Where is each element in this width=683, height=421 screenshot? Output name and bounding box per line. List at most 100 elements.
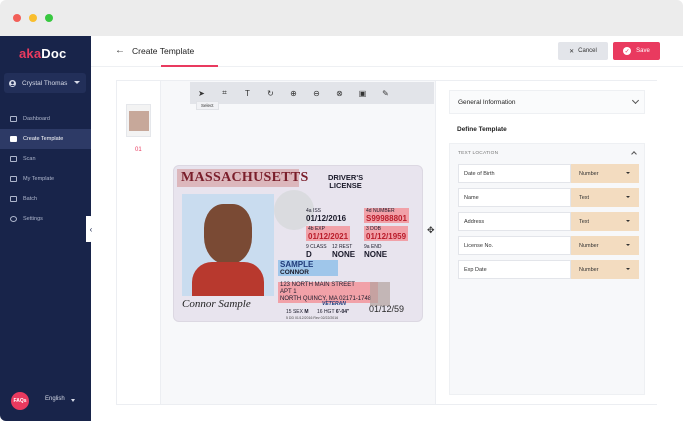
card-ghost-photo [370, 282, 390, 306]
zoom-in-icon[interactable]: ⊕ [282, 82, 305, 104]
zoom-out-icon[interactable]: ⊖ [305, 82, 328, 104]
layers-icon[interactable]: ▣ [351, 82, 374, 104]
field-type-select[interactable]: Number [571, 260, 639, 279]
batch-icon [10, 196, 17, 202]
chevron-down-icon [626, 268, 630, 270]
page-title: Create Template [132, 46, 195, 56]
sidebar-item-scan[interactable]: Scan [0, 149, 91, 169]
field-type-select[interactable]: Text [571, 188, 639, 207]
card-doc-type: DRIVER'S LICENSE [328, 174, 363, 190]
language-select[interactable]: English [45, 396, 65, 402]
field-name-input[interactable]: Exp Date [458, 260, 571, 279]
move-cursor-icon[interactable]: ✥ [427, 225, 435, 236]
sidebar-item-my-template[interactable]: My Template [0, 169, 91, 189]
field-type-value: Number [579, 266, 599, 273]
check-circle-icon: ✓ [623, 47, 632, 55]
chevron-down-icon [631, 96, 640, 105]
folder-plus-icon [10, 136, 17, 142]
card-iss-value: 01/12/2016 [306, 214, 347, 223]
card-number[interactable]: 4d NUMBER S99988801 [364, 208, 409, 223]
card-signature: Connor Sample [182, 298, 251, 310]
field-type-value: Text [579, 218, 590, 225]
clear-icon[interactable]: ⊗ [328, 82, 351, 104]
page-thumbnail[interactable] [126, 104, 151, 137]
card-hgt-label: 16 HGT [317, 309, 335, 315]
grid-icon [10, 116, 17, 122]
card-address-line2: APT 1 [280, 289, 297, 295]
close-icon: ✕ [569, 48, 575, 55]
sidebar-item-label: Settings [23, 216, 43, 222]
field-type-select[interactable]: Number [571, 236, 639, 255]
card-class-value: D [306, 250, 312, 259]
card-end: 9a END NONE [364, 244, 387, 259]
card-address[interactable]: 123 NORTH MAIN STREET APT 1 NORTH QUINCY, … [278, 282, 378, 303]
title-underline [161, 65, 218, 67]
user-name: Crystal Thomas [22, 79, 68, 87]
card-sex: 15 SEX M [286, 309, 309, 315]
faq-button[interactable]: FAQs [11, 392, 29, 410]
sidebar-item-settings[interactable]: Settings [0, 209, 91, 229]
field-name-input[interactable]: Date of Birth [458, 164, 571, 183]
minimize-window-button[interactable] [29, 14, 37, 22]
card-photo [182, 194, 274, 296]
app-logo: akaDoc [19, 46, 66, 61]
scan-icon [10, 156, 17, 162]
card-exp-value: 01/12/2021 [308, 232, 349, 241]
card-name[interactable]: SAMPLE CONNOR [278, 260, 338, 276]
sidebar-item-batch[interactable]: Batch [0, 189, 91, 209]
user-menu[interactable]: Crystal Thomas [4, 73, 86, 93]
page-number: 01 [135, 147, 142, 153]
cancel-button[interactable]: ✕ Cancel [558, 42, 608, 60]
card-rest-value: NONE [332, 250, 356, 259]
sidebar-item-create-template[interactable]: Create Template [0, 129, 91, 149]
field-name-input[interactable]: License No. [458, 236, 571, 255]
field-type-select[interactable]: Number [571, 164, 639, 183]
card-sex-label: 15 SEX [286, 309, 303, 315]
app-window: akaDoc Crystal Thomas Dashboard Create T… [0, 0, 683, 421]
sidebar-item-dashboard[interactable]: Dashboard [0, 109, 91, 129]
card-dd-line: 5 DD 01/12/2016 Rev 02/22/2016 [286, 316, 339, 320]
page-header: ← Create Template ✕ Cancel ✓ Save [91, 36, 683, 67]
chevron-up-icon[interactable] [631, 151, 637, 157]
window-titlebar [0, 0, 683, 36]
field-name-input[interactable]: Address [458, 212, 571, 231]
rotate-icon[interactable]: ↻ [259, 82, 282, 104]
text-icon[interactable]: T [236, 82, 259, 104]
back-arrow-icon[interactable]: ← [115, 45, 125, 56]
logo-suffix: Doc [41, 46, 67, 61]
gear-icon [10, 216, 17, 222]
card-last-name: SAMPLE [280, 260, 314, 269]
template-workspace: 01 ➤ ⌗ T ↻ ⊕ ⊖ ⊗ ▣ ✎ Select MASSACHUSETT… [116, 80, 657, 405]
general-info-accordion[interactable]: General Information [449, 90, 645, 114]
template-settings-panel: General Information Define Template TEXT… [435, 81, 657, 404]
page-thumbnails: 01 [117, 81, 161, 404]
general-info-label: General Information [458, 98, 516, 106]
close-window-button[interactable] [13, 14, 21, 22]
save-button[interactable]: ✓ Save [613, 42, 660, 60]
card-address-line1: 123 NORTH MAIN STREET [280, 282, 355, 288]
select-tooltip: Select [196, 101, 219, 110]
field-name-input[interactable]: Name [458, 188, 571, 207]
chevron-down-icon [71, 399, 75, 402]
pen-icon[interactable]: ✎ [374, 82, 397, 104]
card-dob[interactable]: 3 DOB 01/12/1959 [364, 226, 409, 241]
sidebar-collapse-toggle[interactable]: ‹ [86, 216, 96, 242]
card-state-title: MASSACHUSETTS [177, 169, 308, 187]
sidebar-item-label: Scan [23, 156, 36, 162]
field-type-value: Number [579, 242, 599, 249]
chevron-down-icon [626, 172, 630, 174]
sidebar-item-label: Dashboard [23, 116, 50, 122]
card-photo-face [204, 204, 252, 264]
chevron-down-icon [74, 81, 80, 84]
field-type-select[interactable]: Text [571, 212, 639, 231]
user-avatar-icon [9, 79, 16, 87]
sidebar-item-label: Create Template [23, 136, 64, 142]
card-exp[interactable]: 4b EXP 01/12/2021 [306, 226, 351, 241]
maximize-window-button[interactable] [45, 14, 53, 22]
thumbnail-image [129, 111, 149, 131]
card-sex-value: M [304, 309, 309, 315]
card-hgt: 16 HGT 6'-04" [317, 309, 349, 315]
chevron-down-icon [626, 244, 630, 246]
card-hgt-value: 6'-04" [335, 309, 350, 315]
card-doc-line2: LICENSE [329, 181, 362, 190]
